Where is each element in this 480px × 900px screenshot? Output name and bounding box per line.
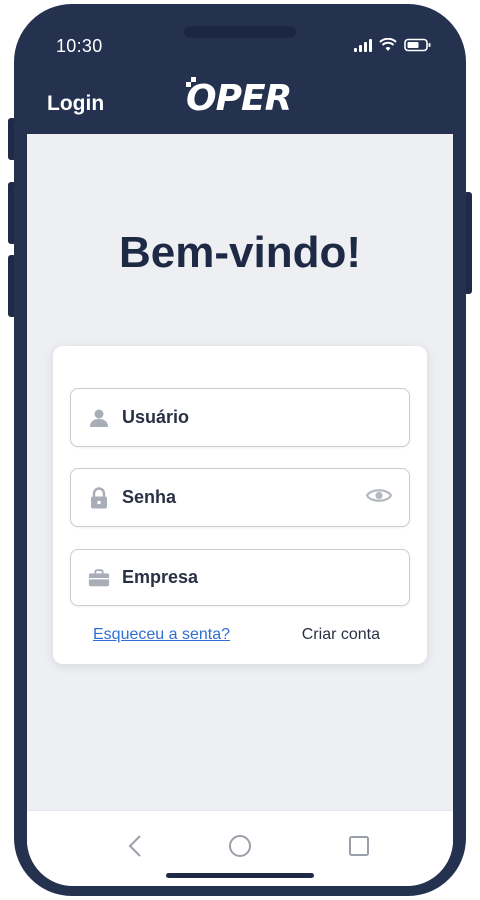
- wifi-icon: [379, 38, 397, 51]
- login-card: Esqueceu a senta? Criar conta: [53, 346, 427, 664]
- page-title: Login: [47, 92, 105, 115]
- status-time: 10:30: [56, 36, 103, 56]
- system-nav-bar: [27, 810, 453, 886]
- password-field[interactable]: [70, 468, 410, 527]
- briefcase-icon: [88, 567, 110, 589]
- status-icons: [354, 38, 432, 52]
- recent-apps-icon[interactable]: [344, 831, 374, 861]
- signal-icon: [354, 38, 372, 52]
- welcome-heading: Bem-vindo!: [119, 228, 361, 277]
- user-icon: [88, 407, 110, 429]
- password-input[interactable]: [122, 487, 342, 508]
- company-field[interactable]: [70, 549, 410, 606]
- username-field[interactable]: [70, 388, 410, 447]
- eye-icon[interactable]: [365, 486, 393, 509]
- battery-icon: [404, 38, 431, 52]
- lock-icon: [88, 486, 110, 509]
- phone-frame: 10:30 Login OPER Bem-vindo! Usuário Empr…: [14, 4, 466, 896]
- speaker-notch: [184, 26, 296, 38]
- app-logo: OPER: [186, 78, 292, 119]
- back-icon[interactable]: [120, 831, 150, 861]
- create-account-link[interactable]: Criar conta: [302, 626, 380, 644]
- company-input[interactable]: [122, 567, 342, 588]
- home-indicator: [166, 873, 314, 878]
- forgot-password-link[interactable]: Esqueceu a senta?: [93, 626, 230, 644]
- username-input[interactable]: [122, 407, 342, 428]
- app-screen: Bem-vindo! Usuário Empresa Esqueceu a se…: [27, 134, 453, 886]
- home-icon[interactable]: [225, 831, 255, 861]
